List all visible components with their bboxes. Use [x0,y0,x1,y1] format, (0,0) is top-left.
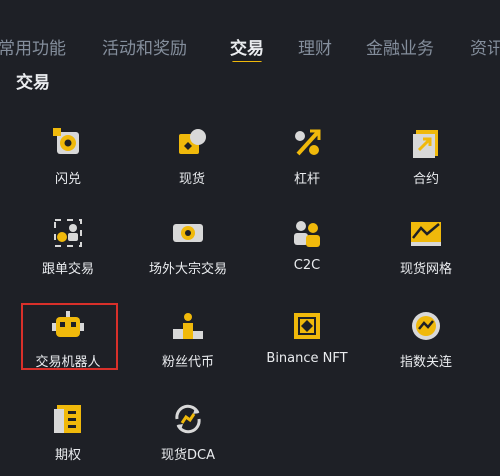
feature-margin[interactable]: 杠杆 [245,126,369,187]
spot-grid-icon [411,222,441,246]
feature-spot[interactable]: 现货 [130,126,254,187]
feature-label: 期权 [54,448,81,463]
feature-copy-trading[interactable]: 跟单交易 [6,216,130,277]
feature-label: 合约 [412,172,439,187]
feature-label: 粉丝代币 [161,355,214,370]
feature-label: 跟单交易 [41,262,94,277]
feature-index-linked[interactable]: 指数关连 [364,309,488,370]
c2c-icon [294,221,320,247]
feature-label: 杠杆 [293,172,320,187]
futures-icon [413,130,438,158]
feature-label: 交易机器人 [35,355,101,370]
feature-trading-bot[interactable]: 交易机器人 [6,309,130,370]
margin-icon [295,129,321,156]
convert-icon [53,128,79,154]
feature-futures[interactable]: 合约 [364,126,488,187]
feature-label: C2C [293,258,321,273]
feature-spot-grid[interactable]: 现货网格 [364,216,488,277]
feature-label: 场外大宗交易 [148,262,227,277]
feature-fan-token[interactable]: 粉丝代币 [126,309,250,370]
options-icon [54,405,81,433]
feature-label: 闪兑 [54,172,81,187]
feature-c2c[interactable]: C2C [245,216,369,273]
trading-bot-icon [52,311,84,337]
otc-block-trade-icon [173,224,203,242]
feature-convert[interactable]: 闪兑 [6,126,130,187]
spot-icon [179,129,206,154]
index-linked-icon [412,312,440,340]
feature-otc-block-trade[interactable]: 场外大宗交易 [126,216,250,277]
feature-label: 现货 [178,172,205,187]
feature-binance-nft[interactable]: Binance NFT [245,309,369,366]
feature-label: 指数关连 [399,355,452,370]
spot-dca-icon [175,404,201,434]
feature-label: Binance NFT [266,351,348,366]
fan-token-icon [173,313,203,339]
feature-spot-dca[interactable]: 现货DCA [126,402,250,463]
nft-icon [294,313,320,339]
feature-label: 现货网格 [399,262,452,277]
copy-trading-icon [54,219,82,247]
feature-grid: 闪兑 现货 杠杆 合约 跟单交易 场外大宗交易 C2C 现货网格 交易机器人 粉… [0,0,500,476]
feature-options[interactable]: 期权 [6,402,130,463]
feature-label: 现货DCA [161,448,215,463]
